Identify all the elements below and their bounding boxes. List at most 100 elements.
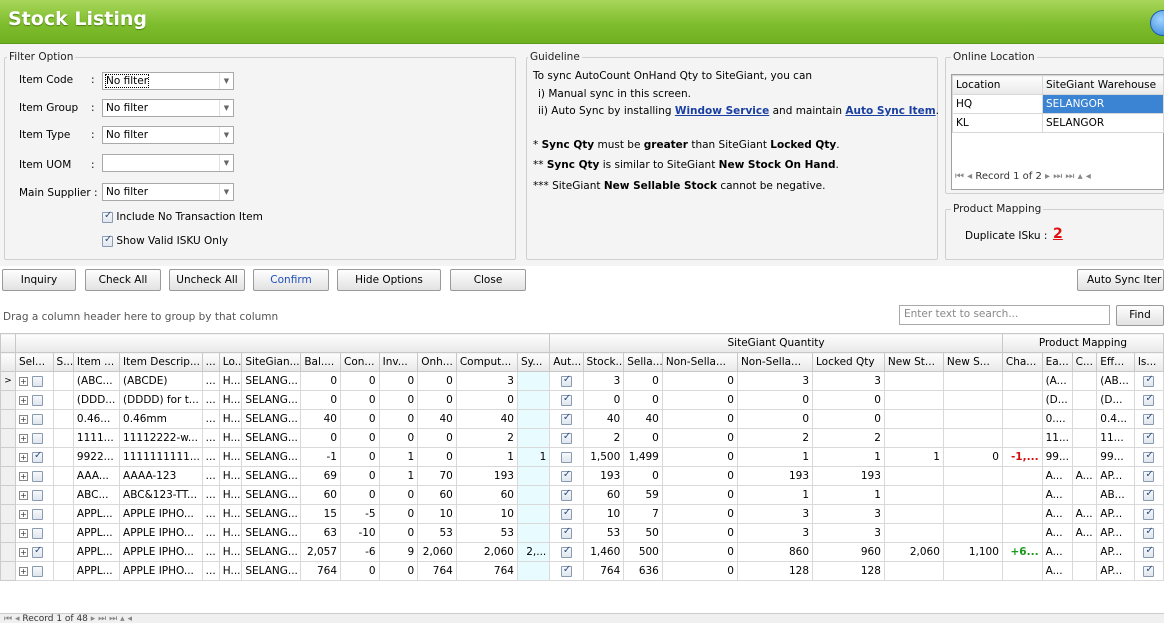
select-checkbox[interactable] [32,432,44,444]
cell-locked[interactable]: 1 [812,447,885,467]
auto-sync-cell[interactable] [549,371,584,391]
cell-ns1[interactable]: 0 [661,485,738,505]
column-header[interactable]: New S... [942,352,1003,372]
cell-cha[interactable] [1001,371,1043,391]
cell-comp[interactable]: 2,060 [455,542,518,562]
cell-ea[interactable]: A... [1041,523,1073,543]
cell-ns1[interactable]: 0 [661,409,738,429]
auto-sync-item-button[interactable]: Auto Sync Iter [1077,269,1164,291]
cell-bal[interactable]: 0 [300,390,341,410]
cell-locked[interactable]: 0 [812,409,885,429]
table-row[interactable]: + APPL... APPLE IPHO...... H... SELANG... 764… [0,561,1164,581]
cell-desc[interactable]: (ABCDE) [119,371,203,391]
cell-ns2[interactable]: 0 [736,409,814,429]
cell-bal[interactable]: 60 [300,485,341,505]
select-checkbox[interactable] [32,450,44,463]
is-valid-cell[interactable] [1133,390,1164,410]
cell-bal[interactable]: 40 [300,409,341,429]
cell-cha[interactable] [1001,561,1043,581]
is-valid-checkbox[interactable] [1143,545,1155,558]
cell-desc[interactable]: APPLE IPHO... [119,504,203,524]
cell-locked[interactable]: 0 [812,390,885,410]
main-supplier-combo[interactable]: No filter ▼ [102,183,234,201]
auto-sync-cell[interactable] [549,504,584,524]
row-indicator[interactable] [0,504,17,524]
is-valid-checkbox[interactable] [1143,412,1155,425]
cell-stock[interactable]: 1,460 [582,542,625,562]
uncheck-all-button[interactable]: Uncheck All [169,269,245,291]
cell-ea[interactable]: 0.... [1041,409,1073,429]
cell-sy[interactable] [516,485,551,505]
column-header[interactable]: Eff... [1096,352,1135,372]
cell-newst[interactable]: 1 [883,447,944,467]
cell-con[interactable]: 0 [340,371,380,391]
cell-sg[interactable]: SELANG... [241,485,302,505]
cell-ns1[interactable]: 0 [661,390,738,410]
column-header[interactable]: SiteGian... [241,352,302,372]
expand-icon[interactable]: + [19,490,29,500]
stock-grid[interactable]: SiteGiant Quantity Product Mapping Sel..… [0,333,1164,581]
cell-onh[interactable]: 764 [417,561,457,581]
row-indicator[interactable]: > [0,371,17,391]
cell-ns2[interactable]: 128 [736,561,814,581]
cell-newst[interactable]: 2,060 [883,542,944,562]
cell-sy[interactable] [516,561,551,581]
auto-sync-checkbox[interactable] [560,545,572,558]
cell-stock[interactable]: 193 [582,466,625,486]
item-uom-combo[interactable]: ▼ [102,154,234,172]
cell-onh[interactable]: 53 [417,523,457,543]
auto-sync-cell[interactable] [549,485,584,505]
is-valid-checkbox[interactable] [1143,488,1155,501]
cell-sg[interactable]: SELANG... [241,466,302,486]
row-indicator[interactable] [0,542,17,562]
window-service-link[interactable]: Window Service [675,105,769,117]
cell-newst[interactable] [883,390,944,410]
table-row[interactable]: + AAA... AAAA-123... H... SELANG... 69 0 1 70 193… [0,466,1164,486]
cell-eff[interactable]: AB... [1096,485,1135,505]
cell-sy[interactable] [516,466,551,486]
cell-code[interactable]: APPL... [72,523,121,543]
cell-sell[interactable]: 59 [623,485,663,505]
cell-code[interactable]: APPL... [72,504,121,524]
row-indicator[interactable] [0,390,17,410]
cell-code[interactable]: 9922... [72,447,121,467]
chevron-down-icon[interactable]: ▼ [219,155,233,171]
table-row[interactable]: + ABC... ABC&123-TT...... H... SELANG... 60 0 0… [0,485,1164,505]
cell-sell[interactable]: 500 [623,542,663,562]
select-cell[interactable]: + [15,466,54,486]
column-header[interactable]: C... [1071,352,1098,372]
cell-sy[interactable] [516,523,551,543]
cell-ns1[interactable]: 0 [661,466,738,486]
cell-code[interactable]: APPL... [72,561,121,581]
cell-code[interactable]: ABC... [72,485,121,505]
cell-inv[interactable]: 1 [378,447,419,467]
cell-stock[interactable]: 764 [582,561,625,581]
cell-ea[interactable]: 99... [1041,447,1073,467]
cell-code[interactable]: AAA... [72,466,121,486]
cell-eff[interactable]: AP... [1096,504,1135,524]
is-valid-cell[interactable] [1133,371,1164,391]
cell-dots[interactable]: ... [201,409,220,429]
is-valid-checkbox[interactable] [1143,374,1155,387]
expand-icon[interactable]: + [19,509,29,519]
location-row[interactable]: KL SELANGOR [952,113,1164,133]
cell-ea[interactable]: A... [1041,542,1073,562]
is-valid-cell[interactable] [1133,504,1164,524]
cell-inv[interactable]: 0 [378,561,419,581]
is-valid-checkbox[interactable] [1143,526,1155,539]
cell-code[interactable]: (DDD... [72,390,121,410]
cell-eff[interactable]: (D... [1096,390,1135,410]
cell-ns1[interactable]: 0 [661,371,738,391]
cell-comp[interactable]: 3 [455,371,518,391]
expand-icon[interactable]: + [19,452,29,462]
cell-bal[interactable]: 2,057 [300,542,341,562]
cell-eff[interactable]: (AB... [1096,371,1135,391]
select-cell[interactable]: + [15,542,54,562]
cell-desc[interactable]: APPLE IPHO... [119,542,203,562]
confirm-button[interactable]: Confirm [253,269,329,291]
grid-navigator[interactable] [0,613,1164,623]
auto-sync-cell[interactable] [549,390,584,410]
cell-lo[interactable]: H... [218,523,243,543]
cell-cha[interactable] [1001,504,1043,524]
cell-code[interactable]: APPL... [72,542,121,562]
